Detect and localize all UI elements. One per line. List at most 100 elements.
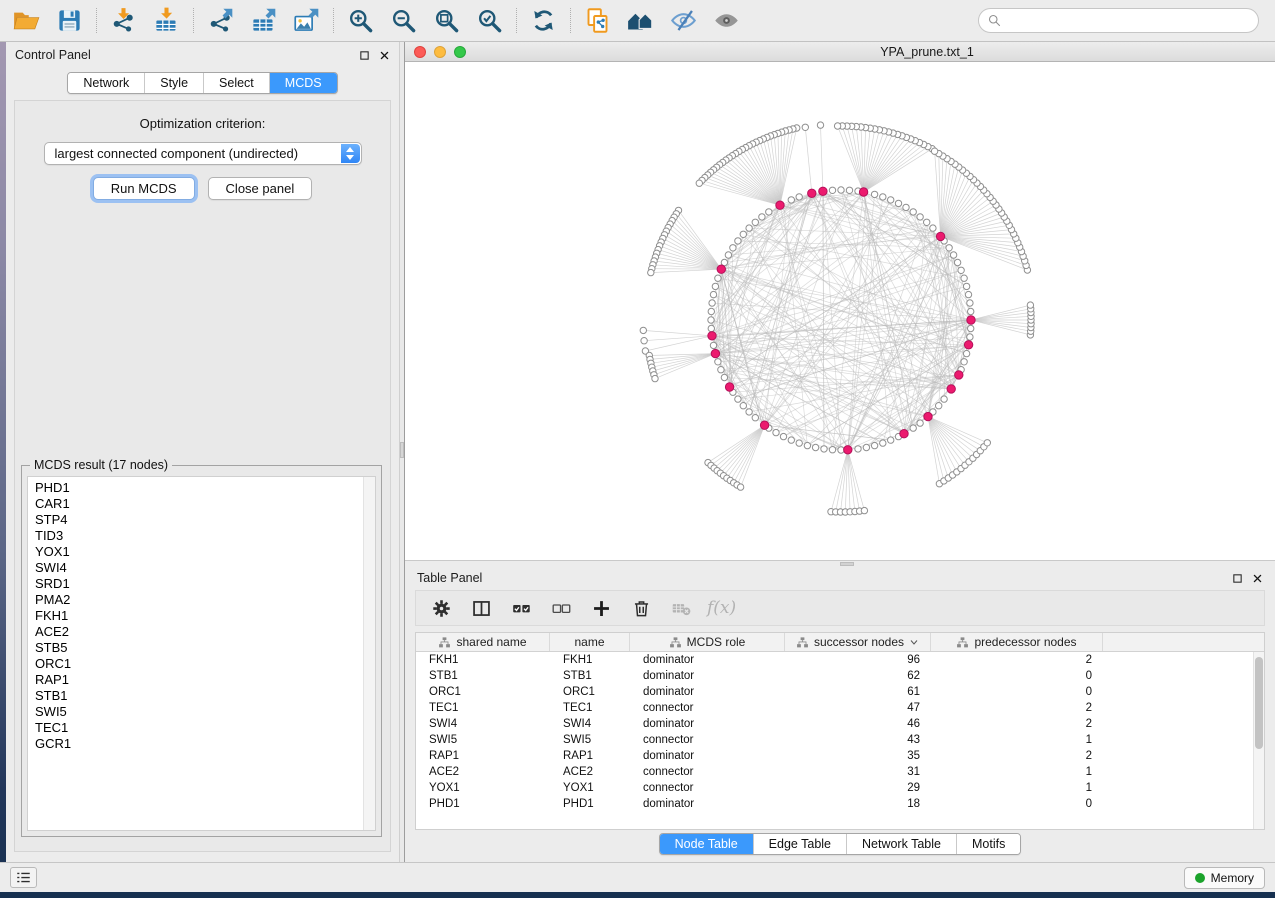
cell-role: connector — [630, 766, 785, 778]
tab-select[interactable]: Select — [203, 73, 269, 93]
cell-shared: ORC1 — [416, 686, 550, 698]
minimize-window-icon[interactable] — [434, 46, 446, 58]
duplicate-network-icon[interactable] — [584, 7, 611, 34]
import-table-icon[interactable] — [153, 7, 180, 34]
table-row[interactable]: STB1STB1dominator620 — [416, 668, 1264, 684]
cell-name: SWI5 — [550, 734, 630, 746]
cell-predecessors: 1 — [931, 782, 1103, 794]
memory-button[interactable]: Memory — [1184, 867, 1265, 889]
toolbar-icon-groups — [0, 0, 753, 41]
horizontal-splitter-handle[interactable] — [840, 562, 854, 566]
function-builder-icon[interactable]: f(x) — [707, 598, 736, 618]
tab-network[interactable]: Network — [68, 73, 144, 93]
tab-style[interactable]: Style — [144, 73, 203, 93]
optimization-criterion-dropdown[interactable]: largest connected component (undirected) — [44, 142, 362, 165]
mcds-result-item[interactable]: ORC1 — [35, 656, 363, 672]
zoom-in-icon[interactable] — [347, 7, 374, 34]
table-row[interactable]: ORC1ORC1dominator610 — [416, 684, 1264, 700]
maximize-window-icon[interactable] — [454, 46, 466, 58]
deselect-all-icon[interactable] — [551, 598, 572, 619]
mcds-result-item[interactable]: TEC1 — [35, 720, 363, 736]
cell-role: connector — [630, 734, 785, 746]
mcds-list-scrollbar[interactable] — [363, 477, 375, 830]
open-folder-icon[interactable] — [13, 7, 40, 34]
mcds-result-item[interactable]: GCR1 — [35, 736, 363, 752]
mcds-result-item[interactable]: TID3 — [35, 528, 363, 544]
mcds-result-item[interactable]: SRD1 — [35, 576, 363, 592]
close-panel-icon[interactable] — [379, 50, 390, 61]
show-all-icon[interactable] — [713, 7, 740, 34]
cell-predecessors: 2 — [931, 718, 1103, 730]
table-row[interactable]: SWI5SWI5connector431 — [416, 732, 1264, 748]
gear-icon[interactable] — [431, 598, 452, 619]
run-mcds-button[interactable]: Run MCDS — [93, 177, 195, 200]
select-all-icon[interactable] — [511, 598, 532, 619]
column-header-predecessor-nodes[interactable]: predecessor nodes — [931, 633, 1103, 651]
tab-mcds[interactable]: MCDS — [269, 73, 337, 93]
cell-shared: TEC1 — [416, 702, 550, 714]
zoom-out-icon[interactable] — [390, 7, 417, 34]
mcds-result-item[interactable]: FKH1 — [35, 608, 363, 624]
network-graph[interactable] — [405, 62, 1274, 560]
table-row[interactable]: SWI4SWI4dominator462 — [416, 716, 1264, 732]
home-icon[interactable] — [627, 7, 654, 34]
delete-icon[interactable] — [631, 598, 652, 619]
mcds-result-item[interactable]: PMA2 — [35, 592, 363, 608]
close-window-icon[interactable] — [414, 46, 426, 58]
column-header-successor-nodes[interactable]: successor nodes — [785, 633, 931, 651]
tab-network-table[interactable]: Network Table — [846, 834, 956, 854]
mcds-result-item[interactable]: STB5 — [35, 640, 363, 656]
table-scrollbar[interactable] — [1253, 652, 1264, 829]
mcds-result-item[interactable]: PHD1 — [35, 480, 363, 496]
add-icon[interactable] — [591, 598, 612, 619]
hide-selected-icon[interactable] — [670, 7, 697, 34]
network-view[interactable] — [405, 62, 1275, 560]
table-scrollbar-thumb[interactable] — [1255, 657, 1263, 749]
float-panel-icon[interactable] — [359, 50, 370, 61]
tab-motifs[interactable]: Motifs — [956, 834, 1020, 854]
save-icon[interactable] — [56, 7, 83, 34]
mcds-result-item[interactable]: SWI5 — [35, 704, 363, 720]
vertical-splitter-handle[interactable] — [400, 442, 404, 458]
zoom-selected-icon[interactable] — [476, 7, 503, 34]
export-table-icon[interactable] — [250, 7, 277, 34]
table-row[interactable]: RAP1RAP1dominator352 — [416, 748, 1264, 764]
refresh-icon[interactable] — [530, 7, 557, 34]
mcds-result-item[interactable]: ACE2 — [35, 624, 363, 640]
columns-icon[interactable] — [471, 598, 492, 619]
mcds-result-item[interactable]: YOX1 — [35, 544, 363, 560]
table-row[interactable]: TEC1TEC1connector472 — [416, 700, 1264, 716]
column-header-name[interactable]: name — [550, 633, 630, 651]
table-row[interactable]: ACE2ACE2connector311 — [416, 764, 1264, 780]
cell-role: connector — [630, 782, 785, 794]
mcds-result-item[interactable]: SWI4 — [35, 560, 363, 576]
float-table-panel-icon[interactable] — [1232, 573, 1243, 584]
export-image-icon[interactable] — [293, 7, 320, 34]
search-box[interactable] — [978, 8, 1259, 33]
toolbar-group — [333, 8, 516, 33]
mcds-result-item[interactable]: STP4 — [35, 512, 363, 528]
table-tabs: Node TableEdge TableNetwork TableMotifs — [405, 830, 1275, 858]
task-history-button[interactable] — [10, 867, 37, 888]
toolbar-group — [0, 8, 96, 33]
horizontal-splitter[interactable] — [405, 560, 1275, 566]
mcds-result-item[interactable]: CAR1 — [35, 496, 363, 512]
close-panel-button[interactable]: Close panel — [208, 177, 313, 200]
mcds-result-item[interactable]: RAP1 — [35, 672, 363, 688]
close-table-panel-icon[interactable] — [1252, 573, 1263, 584]
toolbar-group — [516, 8, 570, 33]
table-row[interactable]: FKH1FKH1dominator962 — [416, 652, 1264, 668]
delete-table-icon[interactable] — [671, 598, 692, 619]
zoom-fit-icon[interactable] — [433, 7, 460, 34]
export-network-icon[interactable] — [207, 7, 234, 34]
import-network-icon[interactable] — [110, 7, 137, 34]
search-input[interactable] — [1006, 14, 1250, 28]
table-header-row: shared namenameMCDS rolesuccessor nodesp… — [416, 633, 1264, 652]
table-row[interactable]: PHD1PHD1dominator180 — [416, 796, 1264, 812]
tab-edge-table[interactable]: Edge Table — [753, 834, 846, 854]
tab-node-table[interactable]: Node Table — [660, 834, 753, 854]
table-row[interactable]: YOX1YOX1connector291 — [416, 780, 1264, 796]
mcds-result-item[interactable]: STB1 — [35, 688, 363, 704]
column-header-MCDS-role[interactable]: MCDS role — [630, 633, 785, 651]
column-header-shared-name[interactable]: shared name — [416, 633, 550, 651]
